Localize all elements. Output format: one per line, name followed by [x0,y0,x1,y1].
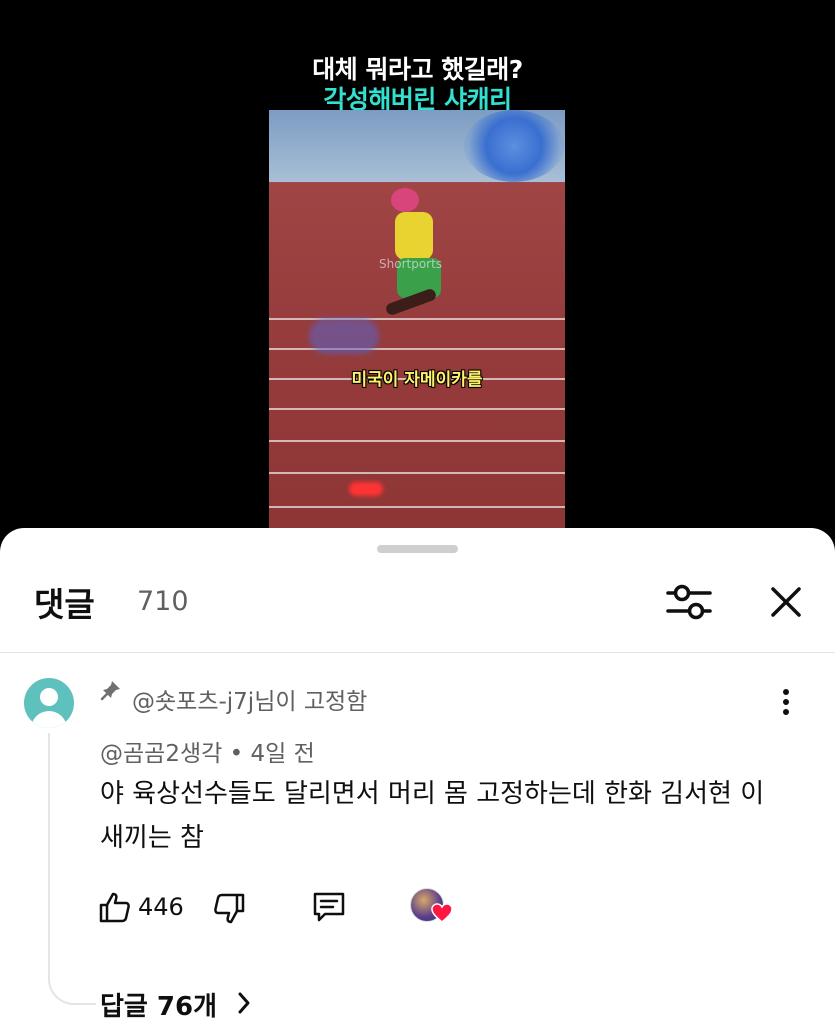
comments-count: 710 [137,586,189,617]
comments-sheet: 댓글 710 @숏포츠-j7j님이 고정함 @곰곰2생각 • 4일 전 야 육상… [0,528,835,1024]
more-options-icon[interactable] [774,686,798,718]
track-lane-line [269,408,565,410]
blurred-shoe [349,482,383,496]
like-count: 446 [138,893,184,921]
drag-handle[interactable] [377,545,458,553]
video-frame: Shortports 미국이 자메이카를 [269,110,565,540]
comment-text: 야 육상선수들도 달리면서 머리 몸 고정하는데 한화 김서현 이새끼는 참 [100,779,765,853]
comment-meta: @곰곰2생각 • 4일 전 [100,734,315,768]
close-icon[interactable] [766,582,806,622]
divider [0,652,835,653]
track-lane-line [269,506,565,508]
avatar[interactable] [24,678,74,728]
track-lane-line [269,440,565,442]
comments-title: 댓글 [34,585,95,624]
sliders-icon[interactable] [665,580,713,624]
video-caption: 미국이 자메이카를 [351,370,483,390]
pin-icon [100,681,120,701]
heart-icon [431,903,453,923]
view-replies-link[interactable]: 답글 76개 [100,986,217,1023]
like-icon[interactable] [98,890,132,924]
comment-time: • 4일 전 [229,741,315,767]
dislike-icon[interactable] [212,892,246,926]
creator-heart-badge [410,888,456,928]
reply-icon[interactable] [311,890,347,924]
blurred-runner [309,318,379,354]
stadium-logo-blur [464,110,564,182]
comment-author[interactable]: @곰곰2생각 [100,741,222,767]
track-lane-line [269,472,565,474]
pinned-by-label: @숏포츠-j7j님이 고정함 [132,689,368,715]
runner-figure [377,188,447,358]
chevron-right-icon[interactable] [234,990,254,1016]
video-player[interactable]: 대체 뭐라고 했길래? 각성해버린 샤캐리 Shortports 미국이 자메이… [0,0,835,540]
reply-thread-line [48,733,96,1005]
video-watermark: Shortports [379,257,443,271]
